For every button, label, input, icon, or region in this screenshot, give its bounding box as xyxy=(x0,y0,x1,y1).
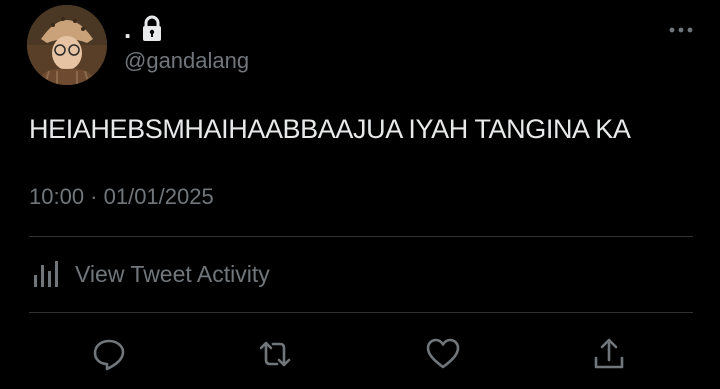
divider xyxy=(29,236,693,237)
bar-chart-icon xyxy=(34,261,58,287)
divider xyxy=(29,312,693,313)
tweet-actions-bar xyxy=(0,332,720,376)
share-button[interactable] xyxy=(591,336,627,372)
lock-icon xyxy=(143,15,162,41)
reply-icon xyxy=(93,339,125,371)
name-row: . xyxy=(124,14,163,44)
retweet-button[interactable] xyxy=(257,336,293,372)
tweet-timestamp[interactable]: 10:00 · 01/01/2025 xyxy=(29,184,214,210)
avatar[interactable] xyxy=(27,5,107,85)
more-options-icon[interactable] xyxy=(668,24,694,36)
view-tweet-activity-label: View Tweet Activity xyxy=(75,260,270,287)
heart-icon xyxy=(426,338,460,369)
display-name[interactable]: . xyxy=(124,16,131,42)
like-button[interactable] xyxy=(425,336,461,372)
view-tweet-activity-link[interactable]: View Tweet Activity xyxy=(29,257,270,291)
tweet-detail: . @gandalang HEIAHEBSMHAIHAABBAAJUA IYAH… xyxy=(0,0,720,389)
share-icon xyxy=(594,338,624,369)
retweet-icon xyxy=(259,341,291,367)
reply-button[interactable] xyxy=(91,336,127,372)
user-handle[interactable]: @gandalang xyxy=(124,48,249,74)
tweet-text: HEIAHEBSMHAIHAABBAAJUA IYAH TANGINA KA xyxy=(29,114,631,144)
